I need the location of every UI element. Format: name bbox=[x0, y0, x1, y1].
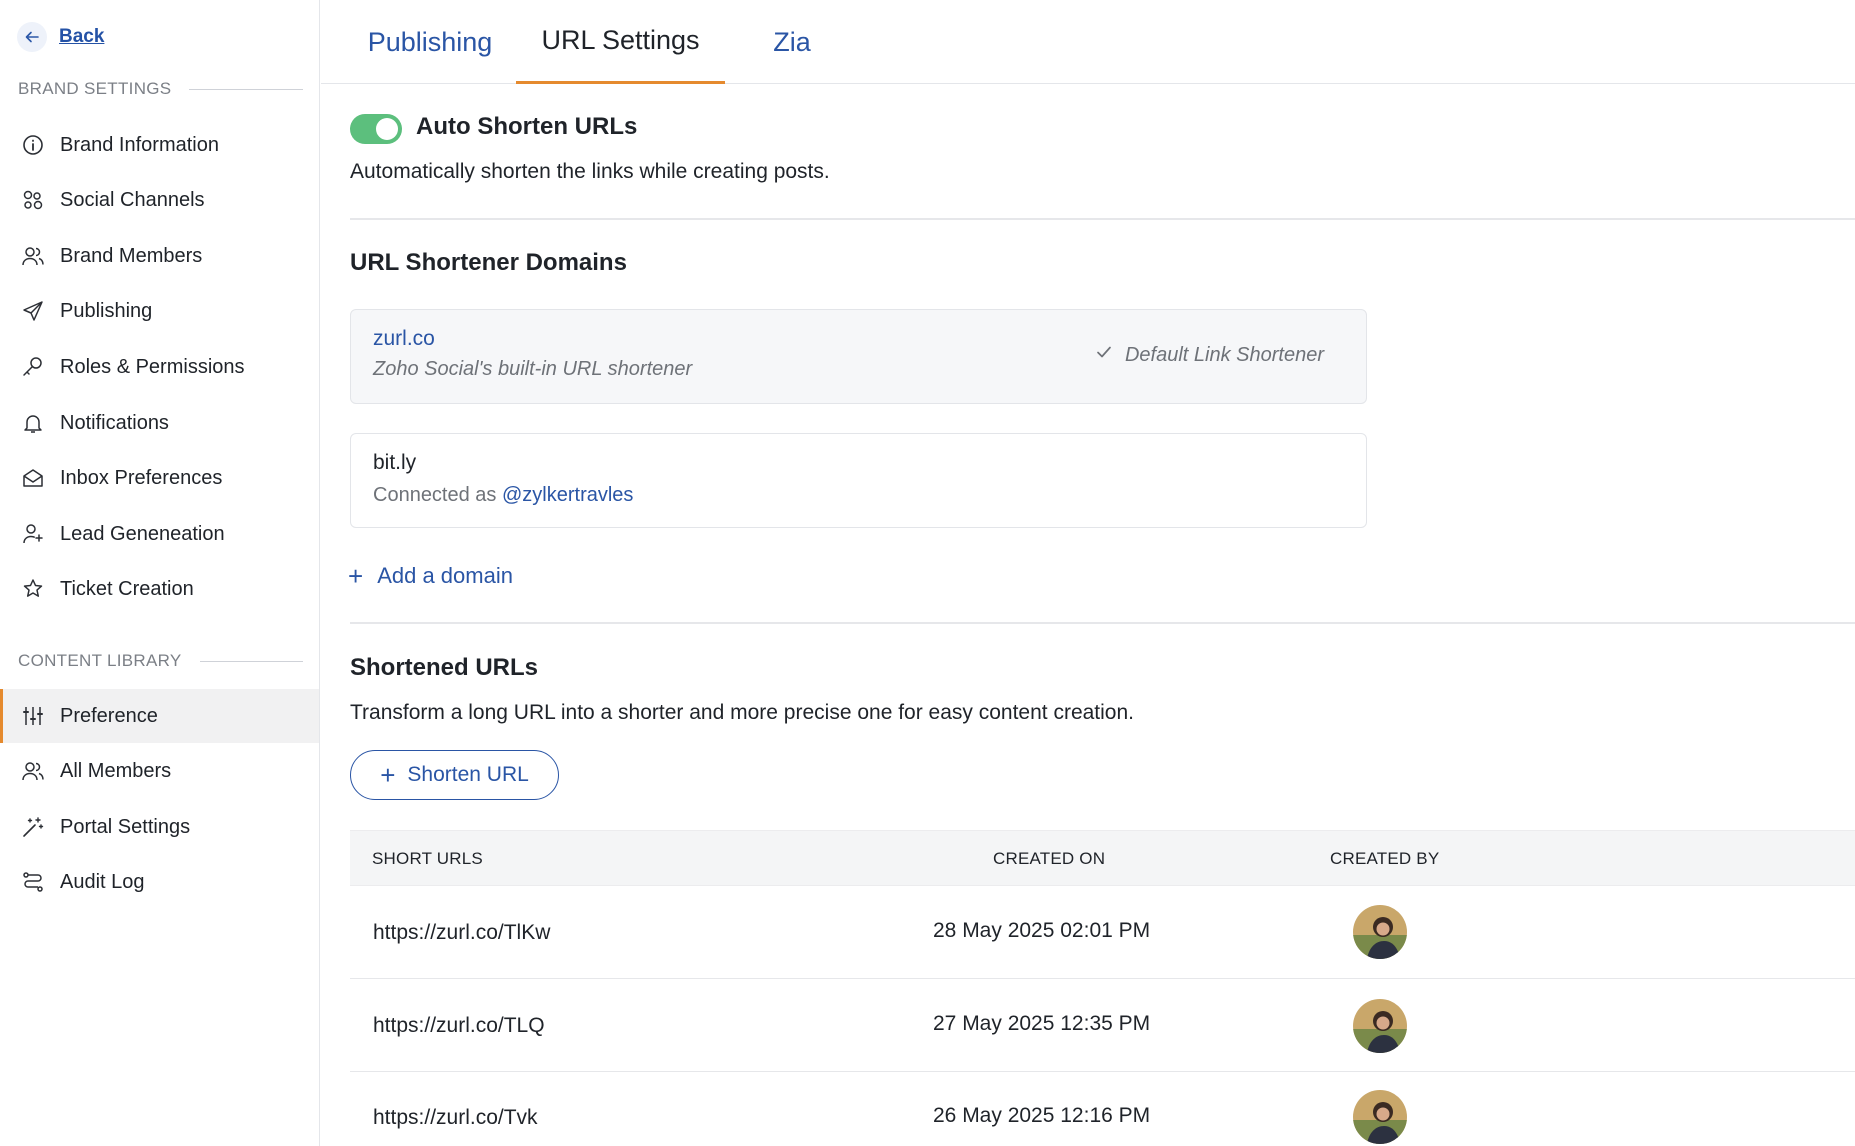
divider bbox=[350, 218, 1855, 220]
sidebar-item-brand-members[interactable]: Brand Members bbox=[0, 229, 319, 283]
add-domain-label: Add a domain bbox=[377, 563, 513, 588]
sidebar-item-preference[interactable]: Preference bbox=[0, 689, 319, 743]
bell-icon bbox=[20, 410, 46, 436]
sidebar-item-label: Audit Log bbox=[60, 870, 145, 893]
created-on: 27 May 2025 12:35 PM bbox=[933, 1012, 1151, 1035]
sidebar-item-label: Lead Geneneation bbox=[60, 522, 225, 545]
sidebar-item-inbox-preferences[interactable]: Inbox Preferences bbox=[0, 451, 319, 505]
brand-settings-heading-text: BRAND SETTINGS bbox=[18, 79, 172, 98]
tab-publishing[interactable]: Publishing bbox=[349, 0, 511, 84]
tab-url-settings[interactable]: URL Settings bbox=[516, 0, 725, 84]
shorten-url-button[interactable]: + Shorten URL bbox=[350, 750, 559, 800]
plus-icon: + bbox=[380, 760, 396, 790]
sidebar-item-all-members[interactable]: All Members bbox=[0, 744, 319, 798]
table-row: https://zurl.co/Tvk 26 May 2025 12:16 PM bbox=[350, 1072, 1855, 1146]
sidebar-item-label: Inbox Preferences bbox=[60, 466, 223, 489]
default-badge-label: Default Link Shortener bbox=[1124, 343, 1324, 366]
sidebar-item-lead-generation[interactable]: Lead Geneneation bbox=[0, 507, 319, 561]
tab-zia[interactable]: Zia bbox=[744, 0, 840, 84]
sidebar-item-roles-permissions[interactable]: Roles & Permissions bbox=[0, 340, 319, 394]
plus-icon: + bbox=[348, 561, 364, 591]
sidebar-item-publishing[interactable]: Publishing bbox=[0, 284, 319, 338]
magic-wand-icon bbox=[20, 814, 46, 840]
paper-plane-icon bbox=[20, 298, 46, 324]
content-library-heading-text: CONTENT LIBRARY bbox=[18, 651, 182, 670]
ticket-star-icon bbox=[20, 576, 46, 602]
table-header: SHORT URLS CREATED ON CREATED BY bbox=[350, 830, 1855, 886]
auto-shorten-title: Auto Shorten URLs bbox=[416, 113, 638, 140]
sidebar-item-label: Portal Settings bbox=[60, 815, 191, 838]
divider bbox=[350, 622, 1855, 624]
domain-name[interactable]: zurl.co bbox=[373, 327, 435, 351]
sidebar-item-label: Brand Members bbox=[60, 244, 203, 267]
auto-shorten-toggle[interactable] bbox=[350, 114, 402, 144]
shortened-urls-description: Transform a long URL into a shorter and … bbox=[350, 701, 1135, 724]
column-header-created-on: CREATED ON bbox=[993, 849, 1106, 868]
sidebar: Back BRAND SETTINGS Brand Information So… bbox=[0, 0, 320, 1146]
sliders-icon bbox=[20, 703, 46, 729]
default-link-shortener-badge: Default Link Shortener bbox=[1095, 343, 1324, 367]
created-on: 28 May 2025 02:01 PM bbox=[933, 919, 1151, 942]
settings-tabs: Publishing URL Settings Zia bbox=[321, 0, 1855, 84]
sidebar-item-audit-log[interactable]: Audit Log bbox=[0, 855, 319, 909]
sidebar-item-notifications[interactable]: Notifications bbox=[0, 396, 319, 450]
sidebar-item-label: Ticket Creation bbox=[60, 577, 194, 600]
created-on: 26 May 2025 12:16 PM bbox=[933, 1104, 1151, 1127]
short-url[interactable]: https://zurl.co/TLQ bbox=[373, 1014, 545, 1038]
domain-subtitle: Zoho Social's built-in URL shortener bbox=[373, 358, 693, 380]
sidebar-item-portal-settings[interactable]: Portal Settings bbox=[0, 800, 319, 854]
back-label[interactable]: Back bbox=[59, 26, 104, 48]
table-row: https://zurl.co/TLQ 27 May 2025 12:35 PM bbox=[350, 979, 1855, 1072]
envelope-open-icon bbox=[20, 465, 46, 491]
divider bbox=[189, 88, 303, 90]
connected-handle[interactable]: @zylkertravles bbox=[502, 484, 633, 506]
sidebar-item-label: Preference bbox=[60, 704, 158, 727]
sidebar-item-label: All Members bbox=[60, 759, 172, 782]
sidebar-item-label: Social Channels bbox=[60, 188, 205, 211]
bitly-domain-card[interactable]: bit.ly Connected as @zylkertravles bbox=[350, 433, 1367, 528]
content-library-heading: CONTENT LIBRARY bbox=[18, 651, 303, 671]
check-icon bbox=[1095, 343, 1113, 367]
divider bbox=[199, 660, 303, 662]
default-domain-card: zurl.co Zoho Social's built-in URL short… bbox=[350, 309, 1367, 404]
members-icon bbox=[20, 758, 46, 784]
back-button[interactable]: Back bbox=[17, 22, 104, 52]
lead-icon bbox=[20, 521, 46, 547]
avatar[interactable] bbox=[1353, 999, 1407, 1053]
avatar[interactable] bbox=[1353, 1090, 1407, 1144]
auto-shorten-description: Automatically shorten the links while cr… bbox=[350, 160, 830, 183]
sidebar-item-label: Notifications bbox=[60, 411, 169, 434]
toggle-knob bbox=[376, 118, 398, 140]
social-channels-icon bbox=[20, 187, 46, 213]
arrow-left-icon bbox=[17, 22, 47, 52]
url-shortener-domains-heading: URL Shortener Domains bbox=[350, 249, 627, 276]
info-icon bbox=[20, 132, 46, 158]
table-row: https://zurl.co/TlKw 28 May 2025 02:01 P… bbox=[350, 886, 1855, 979]
members-icon bbox=[20, 243, 46, 269]
route-icon bbox=[20, 869, 46, 895]
shortened-urls-heading: Shortened URLs bbox=[350, 654, 539, 681]
short-url[interactable]: https://zurl.co/Tvk bbox=[373, 1106, 538, 1130]
sidebar-item-label: Brand Information bbox=[60, 133, 219, 156]
add-domain-button[interactable]: + Add a domain bbox=[348, 563, 513, 589]
connected-prefix: Connected as bbox=[373, 484, 497, 506]
sidebar-item-label: Publishing bbox=[60, 299, 153, 322]
sidebar-item-ticket-creation[interactable]: Ticket Creation bbox=[0, 562, 319, 616]
brand-settings-heading: BRAND SETTINGS bbox=[18, 79, 303, 99]
sidebar-item-label: Roles & Permissions bbox=[60, 355, 245, 378]
column-header-short-urls: SHORT URLS bbox=[372, 849, 483, 868]
column-header-created-by: CREATED BY bbox=[1330, 849, 1440, 868]
short-url[interactable]: https://zurl.co/TlKw bbox=[373, 921, 550, 945]
connected-as-text: Connected as @zylkertravles bbox=[373, 484, 633, 507]
domain-name: bit.ly bbox=[373, 451, 417, 474]
shorten-url-label: Shorten URL bbox=[407, 763, 529, 786]
sidebar-item-brand-information[interactable]: Brand Information bbox=[0, 118, 319, 172]
avatar[interactable] bbox=[1353, 905, 1407, 959]
key-icon bbox=[20, 354, 46, 380]
sidebar-item-social-channels[interactable]: Social Channels bbox=[0, 173, 319, 227]
